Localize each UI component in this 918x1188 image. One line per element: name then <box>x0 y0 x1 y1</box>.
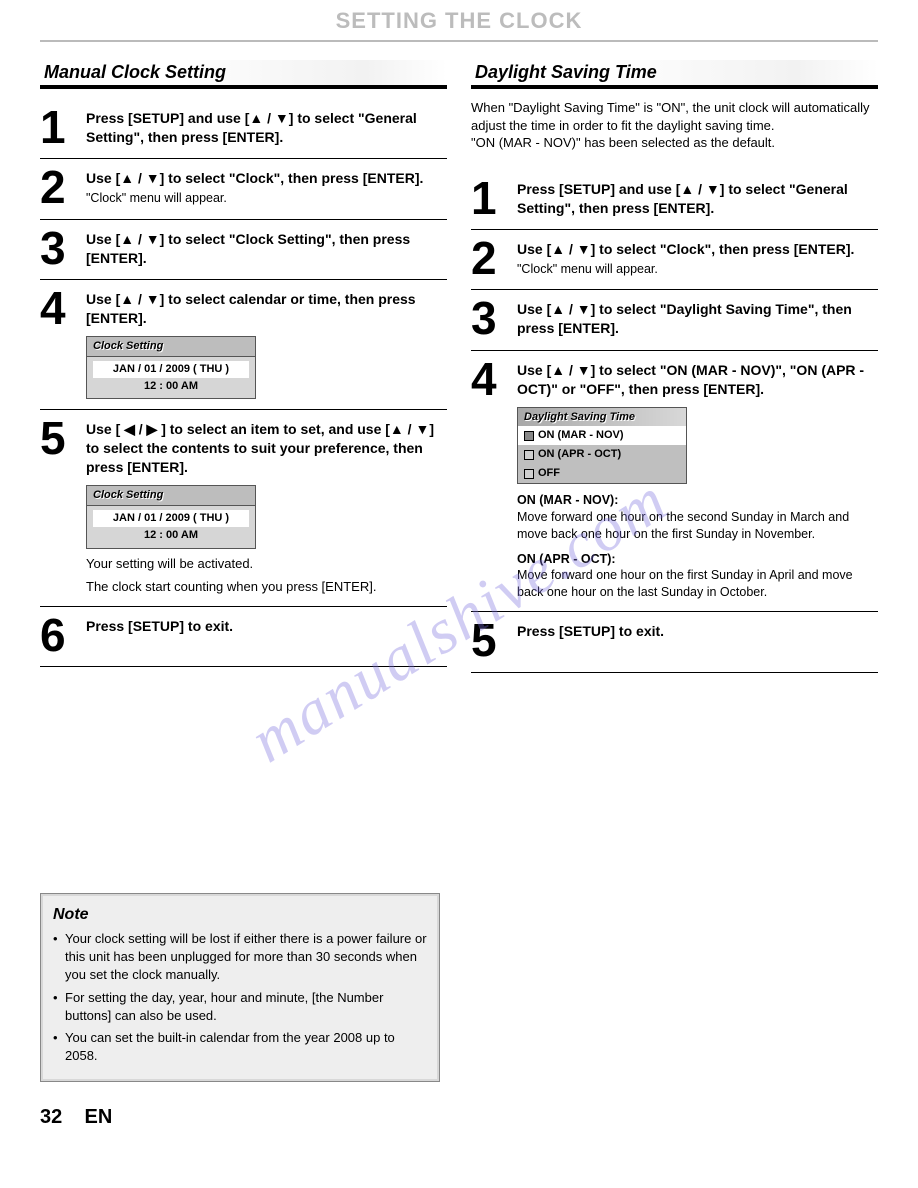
dst-intro: When "Daylight Saving Time" is "ON", the… <box>471 99 878 152</box>
content-columns: Manual Clock Setting 1 Press [SETUP] and… <box>0 60 918 673</box>
section-title-dst: Daylight Saving Time <box>471 60 878 89</box>
step-text: Use [▲ / ▼] to select "Daylight Saving T… <box>517 300 878 338</box>
intro-line-1: When "Daylight Saving Time" is "ON", the… <box>471 100 870 133</box>
dst-step-4: 4 Use [▲ / ▼] to select "ON (MAR - NOV)"… <box>471 351 878 612</box>
step-text: Use [▲ / ▼] to select calendar or time, … <box>86 290 447 328</box>
language-code: EN <box>84 1106 112 1128</box>
manual-step-6: 6 Press [SETUP] to exit. <box>40 607 447 667</box>
dst-step-2: 2 Use [▲ / ▼] to select "Clock", then pr… <box>471 230 878 290</box>
step-text: Use [▲ / ▼] to select "Clock", then pres… <box>86 169 447 188</box>
manual-step-1: 1 Press [SETUP] and use [▲ / ▼] to selec… <box>40 99 447 159</box>
step-number: 5 <box>471 620 517 661</box>
section-title-manual: Manual Clock Setting <box>40 60 447 89</box>
left-column: Manual Clock Setting 1 Press [SETUP] and… <box>40 60 447 673</box>
ui-box-title: Clock Setting <box>87 337 255 357</box>
step-text: Use [▲ / ▼] to select "Clock", then pres… <box>517 240 878 259</box>
explain-text: Move forward one hour on the second Sund… <box>517 509 878 543</box>
ui-box-date: JAN / 01 / 2009 ( THU ) <box>93 361 249 378</box>
dst-step-1: 1 Press [SETUP] and use [▲ / ▼] to selec… <box>471 170 878 230</box>
note-item: You can set the built-in calendar from t… <box>53 1029 427 1065</box>
step-number: 6 <box>40 615 86 656</box>
page-number: 32 <box>40 1106 62 1128</box>
dst-option-label: ON (APR - OCT) <box>538 447 621 462</box>
dst-explain-2: ON (APR - OCT): Move forward one hour on… <box>517 551 878 602</box>
step-number: 4 <box>40 288 86 329</box>
dst-step-3: 3 Use [▲ / ▼] to select "Daylight Saving… <box>471 290 878 350</box>
dst-option-selected: ON (MAR - NOV) <box>518 426 686 445</box>
page-title: SETTING THE CLOCK <box>40 0 878 42</box>
intro-line-2: "ON (MAR - NOV)" has been selected as th… <box>471 135 775 150</box>
explain-text: Move forward one hour on the first Sunda… <box>517 567 878 601</box>
step-text: Press [SETUP] to exit. <box>86 617 447 636</box>
step-text: Use [▲ / ▼] to select "Clock Setting", t… <box>86 230 447 268</box>
explain-heading: ON (MAR - NOV): <box>517 492 878 509</box>
checkbox-icon <box>524 431 534 441</box>
clock-setting-box: Clock Setting JAN / 01 / 2009 ( THU ) 12… <box>86 336 256 400</box>
dst-box-title: Daylight Saving Time <box>518 408 686 427</box>
step-number: 4 <box>471 359 517 400</box>
step-subtext: "Clock" menu will appear. <box>86 190 447 207</box>
note-list: Your clock setting will be lost if eithe… <box>53 930 427 1065</box>
note-box: Note Your clock setting will be lost if … <box>40 893 440 1083</box>
step-number: 5 <box>40 418 86 459</box>
step-text: Press [SETUP] and use [▲ / ▼] to select … <box>517 180 878 218</box>
dst-option-label: OFF <box>538 466 560 481</box>
step-number: 2 <box>40 167 86 208</box>
dst-option-label: ON (MAR - NOV) <box>538 428 624 443</box>
ui-box-time: 12 : 00 AM <box>93 527 249 544</box>
step-number: 1 <box>40 107 86 148</box>
dst-step-5: 5 Press [SETUP] to exit. <box>471 612 878 672</box>
step-number: 2 <box>471 238 517 279</box>
ui-box-date: JAN / 01 / 2009 ( THU ) <box>93 510 249 527</box>
step-number: 3 <box>471 298 517 339</box>
manual-step-2: 2 Use [▲ / ▼] to select "Clock", then pr… <box>40 159 447 219</box>
manual-step-5: 5 Use [ ◀ / ▶ ] to select an item to set… <box>40 410 447 606</box>
step-text: Use [▲ / ▼] to select "ON (MAR - NOV)", … <box>517 361 878 399</box>
step-number: 1 <box>471 178 517 219</box>
explain-heading: ON (APR - OCT): <box>517 551 878 568</box>
ui-box-time: 12 : 00 AM <box>93 378 249 395</box>
dst-explain-1: ON (MAR - NOV): Move forward one hour on… <box>517 492 878 543</box>
ui-box-title: Clock Setting <box>87 486 255 506</box>
note-title: Note <box>53 904 427 926</box>
dst-options-box: Daylight Saving Time ON (MAR - NOV) ON (… <box>517 407 687 484</box>
checkbox-icon <box>524 450 534 460</box>
dst-option: OFF <box>518 464 686 483</box>
checkbox-icon <box>524 469 534 479</box>
manual-step-3: 3 Use [▲ / ▼] to select "Clock Setting",… <box>40 220 447 280</box>
right-column: Daylight Saving Time When "Daylight Savi… <box>471 60 878 673</box>
step-text: Press [SETUP] and use [▲ / ▼] to select … <box>86 109 447 147</box>
dst-option: ON (APR - OCT) <box>518 445 686 464</box>
note-item: For setting the day, year, hour and minu… <box>53 989 427 1025</box>
note-item: Your clock setting will be lost if eithe… <box>53 930 427 985</box>
step-number: 3 <box>40 228 86 269</box>
step-text: Press [SETUP] to exit. <box>517 622 878 641</box>
manual-step-4: 4 Use [▲ / ▼] to select calendar or time… <box>40 280 447 410</box>
step-subtext: "Clock" menu will appear. <box>517 261 878 278</box>
step-text: Use [ ◀ / ▶ ] to select an item to set, … <box>86 420 447 477</box>
step-note: Your setting will be activated. <box>86 555 447 573</box>
clock-setting-box: Clock Setting JAN / 01 / 2009 ( THU ) 12… <box>86 485 256 549</box>
step-note: The clock start counting when you press … <box>86 578 447 596</box>
page-footer: 32 EN <box>0 1106 918 1129</box>
